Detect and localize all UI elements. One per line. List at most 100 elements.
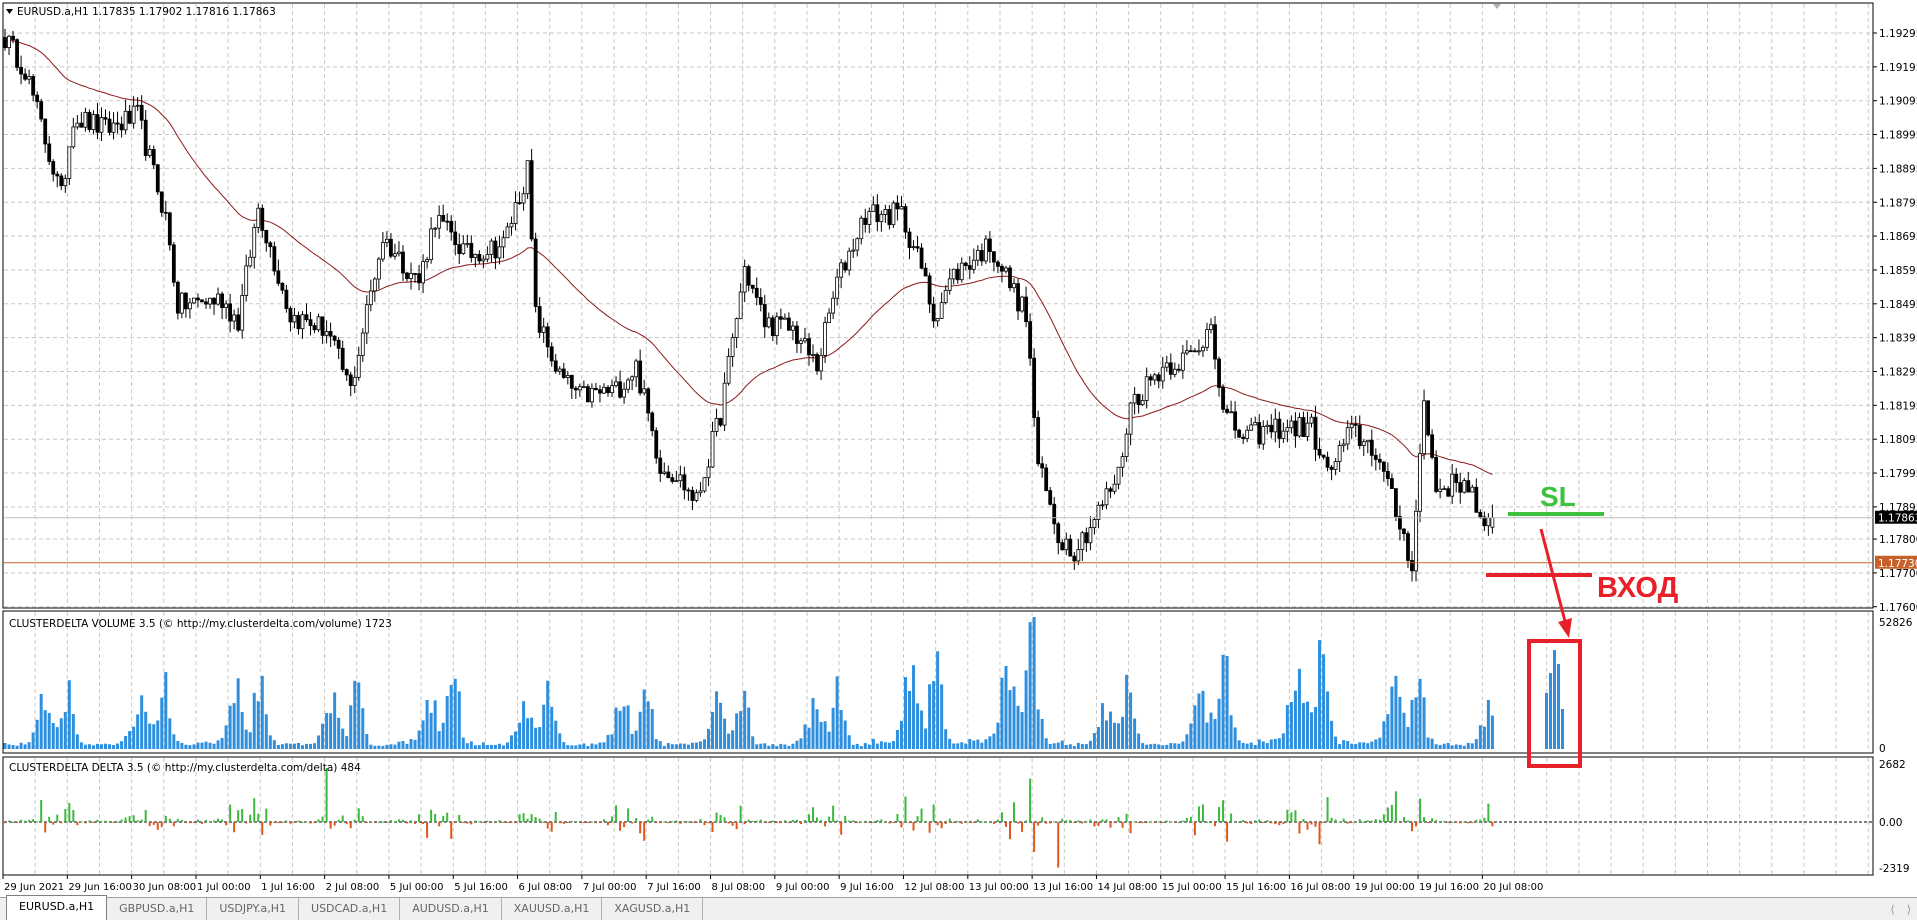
volume-bar xyxy=(441,722,445,749)
tab-usdcad-a-h1[interactable]: USDCAD.a,H1 xyxy=(299,898,401,920)
volume-bar xyxy=(1281,733,1285,749)
delta-bar-positive xyxy=(1117,817,1120,822)
volume-bar xyxy=(711,711,715,749)
delta-bar-positive xyxy=(285,820,288,822)
candle-bearish xyxy=(272,246,277,272)
tab-xagusd-a-h1[interactable]: XAGUSD.a,H1 xyxy=(602,898,704,920)
volume-bar xyxy=(1052,743,1056,749)
delta-bar-positive xyxy=(257,813,260,822)
chart-area[interactable]: 1.19295 1.19195 1.19095 1.18995 1.18895 1.187… xyxy=(0,0,1917,897)
candle-bearish xyxy=(236,314,241,331)
delta-bar-positive xyxy=(554,812,557,822)
chevron-right-icon[interactable]: ⟩ xyxy=(1907,903,1911,916)
volume-bar xyxy=(594,744,598,749)
tab-usdjpy-a-h1[interactable]: USDJPY.a,H1 xyxy=(207,898,300,920)
volume-bar xyxy=(59,718,63,749)
delta-bar-positive xyxy=(1089,819,1092,822)
delta-bar-positive xyxy=(1133,821,1136,823)
candle-bearish xyxy=(1136,393,1141,406)
candle-bearish xyxy=(1032,357,1037,418)
delta-bar-negative xyxy=(546,822,549,829)
time-tick-label: 13 Jul 00:00 xyxy=(969,882,1029,893)
delta-bar-positive xyxy=(687,821,690,823)
candle-bullish xyxy=(473,254,478,259)
time-tick-label: 5 Jul 00:00 xyxy=(390,882,444,893)
delta-bar-positive xyxy=(803,819,806,822)
delta-bar-positive xyxy=(1222,800,1225,822)
delta-bar-negative xyxy=(1459,822,1462,824)
collapse-triangle-icon[interactable] xyxy=(6,9,13,14)
volume-bar xyxy=(578,744,582,749)
candle-bullish xyxy=(1088,527,1093,544)
tab-eurusd-a-h1[interactable]: EURUSD.a,H1 xyxy=(6,895,108,920)
volume-bar xyxy=(469,741,473,749)
chart-shift-marker-icon[interactable] xyxy=(1493,4,1501,9)
candle-bearish xyxy=(992,251,996,263)
candle-bearish xyxy=(1454,473,1459,483)
volume-bar xyxy=(1273,738,1277,749)
delta-bar-positive xyxy=(1366,820,1369,822)
delta-bar-negative xyxy=(1073,822,1076,823)
time-tick-label: 19 Jul 00:00 xyxy=(1355,882,1415,893)
delta-bar-negative xyxy=(1009,822,1011,840)
candle-bullish xyxy=(71,126,76,148)
volume-bar xyxy=(477,745,481,749)
candle-bullish xyxy=(429,228,434,261)
delta-bar-negative xyxy=(1262,822,1265,823)
candle-bearish xyxy=(666,471,671,479)
delta-bar-positive xyxy=(590,821,593,823)
price-tick-label: 1.18495 xyxy=(1879,299,1917,311)
delta-bar-positive xyxy=(1234,821,1237,823)
volume-axis-label: 52826 xyxy=(1879,617,1913,629)
candle-bullish xyxy=(1209,324,1213,331)
volume-bar xyxy=(27,742,31,749)
delta-bar-negative xyxy=(148,822,151,827)
candle-bearish xyxy=(1434,457,1439,492)
volume-bar xyxy=(3,743,7,749)
tab-audusd-a-h1[interactable]: AUDUSD.a,H1 xyxy=(400,898,502,920)
volume-bar xyxy=(662,745,666,749)
candle-bearish xyxy=(895,202,900,210)
delta-bar-negative xyxy=(1250,822,1253,825)
delta-bar-negative xyxy=(16,822,19,823)
delta-bar-negative xyxy=(112,822,115,823)
volume-bar xyxy=(1068,744,1072,749)
candle-bearish xyxy=(1036,417,1041,465)
volume-bar xyxy=(771,744,775,749)
delta-bar-negative xyxy=(1350,822,1353,823)
candle-bearish xyxy=(183,292,188,310)
volume-bar xyxy=(787,745,791,749)
volume-bar xyxy=(79,742,83,749)
volume-bar xyxy=(377,745,381,749)
delta-bar-positive xyxy=(683,821,686,823)
tab-xauusd-a-h1[interactable]: XAUUSD.a,H1 xyxy=(502,898,603,920)
volume-bar xyxy=(1217,698,1221,749)
volume-bar xyxy=(1185,734,1189,749)
candle-bearish xyxy=(167,212,172,246)
volume-bar xyxy=(1229,715,1233,749)
candle-bearish xyxy=(746,266,751,286)
candle-bullish xyxy=(1273,418,1278,433)
candle-bearish xyxy=(996,261,1000,267)
candle-bullish xyxy=(521,193,526,204)
delta-bar-negative xyxy=(313,822,316,824)
tab-gbpusd-a-h1[interactable]: GBPUSD.a,H1 xyxy=(107,898,208,920)
candle-bullish xyxy=(1229,411,1233,414)
chevron-left-icon[interactable]: ⟨ xyxy=(1890,903,1894,916)
candle-bullish xyxy=(1132,393,1137,404)
delta-bar-positive xyxy=(759,819,762,822)
volume-bar xyxy=(1366,743,1370,749)
volume-bar xyxy=(1414,697,1418,749)
candle-bearish xyxy=(1108,488,1113,492)
delta-bar-positive xyxy=(964,820,967,822)
volume-bar xyxy=(35,719,39,749)
delta-bar-negative xyxy=(550,822,553,832)
volume-bar xyxy=(1040,718,1044,749)
candle-bullish xyxy=(393,253,397,257)
volume-bar xyxy=(1237,740,1241,749)
price-tick-label: 1.18895 xyxy=(1879,163,1917,175)
candle-bullish xyxy=(485,253,490,260)
highlighted-volume-bar xyxy=(1561,709,1564,749)
candle-bullish xyxy=(372,278,377,292)
delta-bar-positive xyxy=(980,821,983,823)
